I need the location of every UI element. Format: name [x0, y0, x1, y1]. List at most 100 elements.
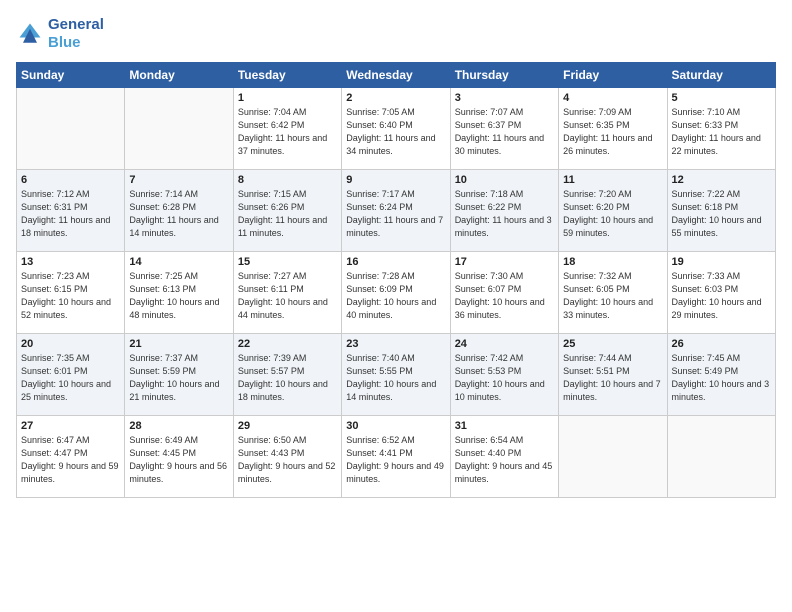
- day-cell: 28 Sunrise: 6:49 AM Sunset: 4:45 PM Dayli…: [125, 416, 233, 498]
- day-number: 3: [455, 92, 554, 104]
- logo: General Blue: [16, 16, 104, 52]
- day-number: 1: [238, 92, 337, 104]
- day-number: 19: [672, 256, 771, 268]
- day-info: Sunrise: 7:23 AM Sunset: 6:15 PM Dayligh…: [21, 270, 120, 322]
- day-info: Sunrise: 7:40 AM Sunset: 5:55 PM Dayligh…: [346, 352, 445, 404]
- day-cell: 16 Sunrise: 7:28 AM Sunset: 6:09 PM Dayli…: [342, 252, 450, 334]
- day-info: Sunrise: 7:12 AM Sunset: 6:31 PM Dayligh…: [21, 188, 120, 240]
- day-info: Sunrise: 7:14 AM Sunset: 6:28 PM Dayligh…: [129, 188, 228, 240]
- day-info: Sunrise: 7:09 AM Sunset: 6:35 PM Dayligh…: [563, 106, 662, 158]
- day-cell: 1Sunrise: 7:04 AM Sunset: 6:42 PM Daylig…: [233, 88, 341, 170]
- day-info: Sunrise: 6:50 AM Sunset: 4:43 PM Dayligh…: [238, 434, 337, 486]
- day-cell: 20 Sunrise: 7:35 AM Sunset: 6:01 PM Dayli…: [17, 334, 125, 416]
- day-cell: 9 Sunrise: 7:17 AM Sunset: 6:24 PM Daylig…: [342, 170, 450, 252]
- calendar-table: SundayMondayTuesdayWednesdayThursdayFrid…: [16, 62, 776, 498]
- day-number: 5: [672, 92, 771, 104]
- day-cell: 7Sunrise: 7:14 AM Sunset: 6:28 PM Daylig…: [125, 170, 233, 252]
- week-row-2: 6 Sunrise: 7:12 AM Sunset: 6:31 PM Daylig…: [17, 170, 776, 252]
- day-cell: 29 Sunrise: 6:50 AM Sunset: 4:43 PM Dayli…: [233, 416, 341, 498]
- weekday-header-saturday: Saturday: [667, 63, 775, 88]
- day-cell: 21 Sunrise: 7:37 AM Sunset: 5:59 PM Dayli…: [125, 334, 233, 416]
- week-row-4: 20 Sunrise: 7:35 AM Sunset: 6:01 PM Dayli…: [17, 334, 776, 416]
- day-info: Sunrise: 7:20 AM Sunset: 6:20 PM Dayligh…: [563, 188, 662, 240]
- day-cell: 22 Sunrise: 7:39 AM Sunset: 5:57 PM Dayli…: [233, 334, 341, 416]
- day-info: Sunrise: 7:33 AM Sunset: 6:03 PM Dayligh…: [672, 270, 771, 322]
- day-info: Sunrise: 7:42 AM Sunset: 5:53 PM Dayligh…: [455, 352, 554, 404]
- weekday-header-friday: Friday: [559, 63, 667, 88]
- weekday-header-tuesday: Tuesday: [233, 63, 341, 88]
- day-info: Sunrise: 7:32 AM Sunset: 6:05 PM Dayligh…: [563, 270, 662, 322]
- day-number: 21: [129, 338, 228, 350]
- day-cell: [125, 88, 233, 170]
- day-cell: 10 Sunrise: 7:18 AM Sunset: 6:22 PM Dayli…: [450, 170, 558, 252]
- day-info: Sunrise: 7:28 AM Sunset: 6:09 PM Dayligh…: [346, 270, 445, 322]
- day-cell: 5 Sunrise: 7:10 AM Sunset: 6:33 PM Daylig…: [667, 88, 775, 170]
- day-number: 26: [672, 338, 771, 350]
- day-info: Sunrise: 7:30 AM Sunset: 6:07 PM Dayligh…: [455, 270, 554, 322]
- day-number: 8: [238, 174, 337, 186]
- day-cell: 31Sunrise: 6:54 AM Sunset: 4:40 PM Dayli…: [450, 416, 558, 498]
- day-cell: 17 Sunrise: 7:30 AM Sunset: 6:07 PM Dayli…: [450, 252, 558, 334]
- day-info: Sunrise: 7:45 AM Sunset: 5:49 PM Dayligh…: [672, 352, 771, 404]
- header: General Blue: [16, 16, 776, 52]
- day-number: 10: [455, 174, 554, 186]
- day-number: 12: [672, 174, 771, 186]
- day-number: 4: [563, 92, 662, 104]
- day-cell: [559, 416, 667, 498]
- day-info: Sunrise: 7:18 AM Sunset: 6:22 PM Dayligh…: [455, 188, 554, 240]
- week-row-3: 13 Sunrise: 7:23 AM Sunset: 6:15 PM Dayli…: [17, 252, 776, 334]
- day-cell: 27 Sunrise: 6:47 AM Sunset: 4:47 PM Dayli…: [17, 416, 125, 498]
- day-info: Sunrise: 7:10 AM Sunset: 6:33 PM Dayligh…: [672, 106, 771, 158]
- day-info: Sunrise: 7:07 AM Sunset: 6:37 PM Dayligh…: [455, 106, 554, 158]
- day-cell: 14 Sunrise: 7:25 AM Sunset: 6:13 PM Dayli…: [125, 252, 233, 334]
- day-info: Sunrise: 7:39 AM Sunset: 5:57 PM Dayligh…: [238, 352, 337, 404]
- day-cell: 8 Sunrise: 7:15 AM Sunset: 6:26 PM Daylig…: [233, 170, 341, 252]
- day-number: 20: [21, 338, 120, 350]
- day-cell: 30Sunrise: 6:52 AM Sunset: 4:41 PM Dayli…: [342, 416, 450, 498]
- day-number: 29: [238, 420, 337, 432]
- day-number: 2: [346, 92, 445, 104]
- day-info: Sunrise: 7:17 AM Sunset: 6:24 PM Dayligh…: [346, 188, 445, 240]
- day-cell: [17, 88, 125, 170]
- day-number: 11: [563, 174, 662, 186]
- day-cell: 15 Sunrise: 7:27 AM Sunset: 6:11 PM Dayli…: [233, 252, 341, 334]
- day-number: 15: [238, 256, 337, 268]
- day-number: 28: [129, 420, 228, 432]
- day-cell: 26 Sunrise: 7:45 AM Sunset: 5:49 PM Dayli…: [667, 334, 775, 416]
- page: General Blue SundayMondayTuesdayWednesda…: [0, 0, 792, 508]
- day-cell: 25 Sunrise: 7:44 AM Sunset: 5:51 PM Dayli…: [559, 334, 667, 416]
- day-info: Sunrise: 6:54 AM Sunset: 4:40 PM Dayligh…: [455, 434, 554, 486]
- day-info: Sunrise: 6:49 AM Sunset: 4:45 PM Dayligh…: [129, 434, 228, 486]
- day-number: 9: [346, 174, 445, 186]
- weekday-header-row: SundayMondayTuesdayWednesdayThursdayFrid…: [17, 63, 776, 88]
- day-cell: 2 Sunrise: 7:05 AM Sunset: 6:40 PM Daylig…: [342, 88, 450, 170]
- day-number: 23: [346, 338, 445, 350]
- day-number: 27: [21, 420, 120, 432]
- day-info: Sunrise: 7:37 AM Sunset: 5:59 PM Dayligh…: [129, 352, 228, 404]
- day-cell: 13 Sunrise: 7:23 AM Sunset: 6:15 PM Dayli…: [17, 252, 125, 334]
- day-cell: 12Sunrise: 7:22 AM Sunset: 6:18 PM Dayli…: [667, 170, 775, 252]
- day-number: 22: [238, 338, 337, 350]
- day-info: Sunrise: 7:27 AM Sunset: 6:11 PM Dayligh…: [238, 270, 337, 322]
- day-info: Sunrise: 7:05 AM Sunset: 6:40 PM Dayligh…: [346, 106, 445, 158]
- day-number: 16: [346, 256, 445, 268]
- day-info: Sunrise: 6:47 AM Sunset: 4:47 PM Dayligh…: [21, 434, 120, 486]
- day-info: Sunrise: 7:35 AM Sunset: 6:01 PM Dayligh…: [21, 352, 120, 404]
- day-cell: 4 Sunrise: 7:09 AM Sunset: 6:35 PM Daylig…: [559, 88, 667, 170]
- day-number: 17: [455, 256, 554, 268]
- weekday-header-wednesday: Wednesday: [342, 63, 450, 88]
- day-number: 13: [21, 256, 120, 268]
- weekday-header-monday: Monday: [125, 63, 233, 88]
- day-info: Sunrise: 7:25 AM Sunset: 6:13 PM Dayligh…: [129, 270, 228, 322]
- day-cell: 6 Sunrise: 7:12 AM Sunset: 6:31 PM Daylig…: [17, 170, 125, 252]
- day-number: 25: [563, 338, 662, 350]
- day-cell: 19 Sunrise: 7:33 AM Sunset: 6:03 PM Dayli…: [667, 252, 775, 334]
- weekday-header-thursday: Thursday: [450, 63, 558, 88]
- day-info: Sunrise: 7:44 AM Sunset: 5:51 PM Dayligh…: [563, 352, 662, 404]
- day-cell: [667, 416, 775, 498]
- day-number: 6: [21, 174, 120, 186]
- day-info: Sunrise: 7:15 AM Sunset: 6:26 PM Dayligh…: [238, 188, 337, 240]
- day-number: 14: [129, 256, 228, 268]
- day-cell: 18Sunrise: 7:32 AM Sunset: 6:05 PM Dayli…: [559, 252, 667, 334]
- weekday-header-sunday: Sunday: [17, 63, 125, 88]
